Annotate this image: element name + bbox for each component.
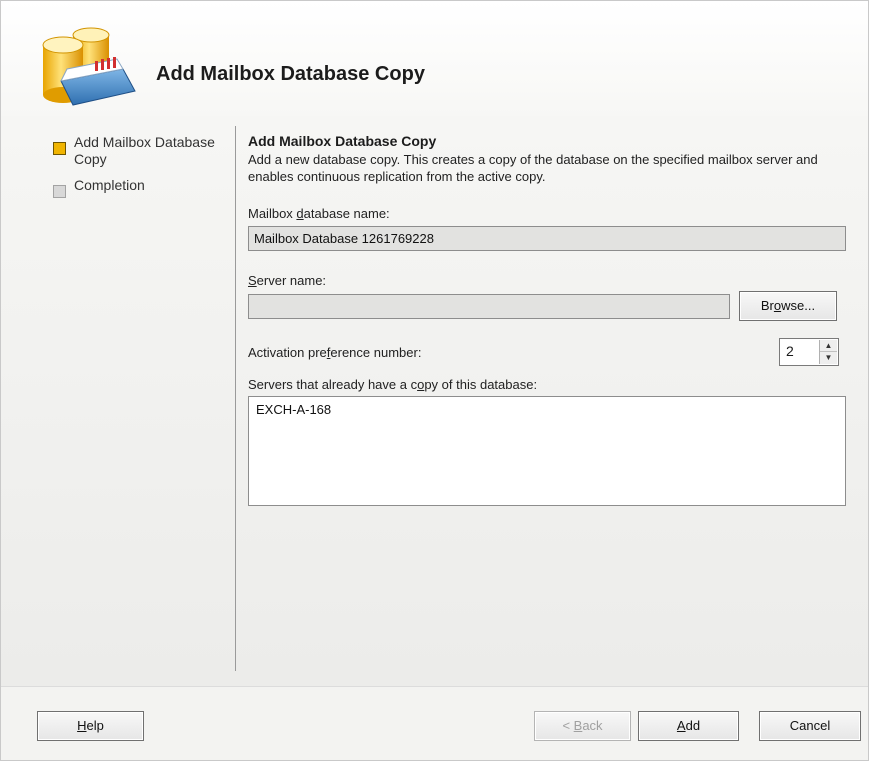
stepper-arrows: ▲ ▼ xyxy=(819,340,837,364)
nav-item-completion[interactable]: Completion xyxy=(53,177,229,198)
inactive-step-marker-icon xyxy=(53,185,66,198)
server-name-label: Server name: xyxy=(248,273,327,288)
database-name-label: Mailbox database name: xyxy=(248,206,390,221)
browse-button[interactable]: Browse... xyxy=(739,291,837,321)
nav-item-label: Completion xyxy=(74,177,145,193)
activation-preference-stepper[interactable]: 2 ▲ ▼ xyxy=(779,338,839,366)
database-name-field[interactable]: Mailbox Database 1261769228 xyxy=(248,226,846,251)
nav-item-add-mailbox-database-copy[interactable]: Add Mailbox Database Copy xyxy=(53,134,229,168)
activation-preference-label: Activation preference number: xyxy=(248,345,422,360)
existing-copies-list[interactable]: EXCH-A-168 xyxy=(248,396,846,506)
nav-divider xyxy=(235,126,236,671)
footer-separator xyxy=(1,686,868,687)
stepper-up-arrow-icon[interactable]: ▲ xyxy=(820,340,837,352)
help-button[interactable]: Help xyxy=(37,711,144,741)
stepper-down-arrow-icon[interactable]: ▼ xyxy=(820,352,837,364)
back-button[interactable]: < Back xyxy=(534,711,631,741)
wizard-title: Add Mailbox Database Copy xyxy=(156,63,425,85)
activation-preference-value: 2 xyxy=(786,343,794,359)
server-name-field[interactable] xyxy=(248,294,730,319)
active-step-marker-icon xyxy=(53,142,66,155)
wizard-header: Add Mailbox Database Copy xyxy=(1,1,868,116)
list-item[interactable]: EXCH-A-168 xyxy=(256,402,331,417)
section-title: Add Mailbox Database Copy xyxy=(248,133,437,149)
database-wizard-icon xyxy=(42,27,136,106)
wizard-steps-nav: Add Mailbox Database Copy Completion xyxy=(1,116,236,686)
wizard-dialog: Add Mailbox Database Copy Add Mailbox Da… xyxy=(0,0,869,761)
wizard-footer: Help < Back Add Cancel xyxy=(1,686,868,760)
nav-item-label: Add Mailbox Database Copy xyxy=(74,134,215,167)
wizard-body: Add Mailbox Database Copy Completion Add… xyxy=(1,116,868,686)
existing-copies-label: Servers that already have a copy of this… xyxy=(248,377,538,392)
add-button[interactable]: Add xyxy=(638,711,739,741)
section-description: Add a new database copy. This creates a … xyxy=(248,152,818,184)
cancel-button[interactable]: Cancel xyxy=(759,711,861,741)
